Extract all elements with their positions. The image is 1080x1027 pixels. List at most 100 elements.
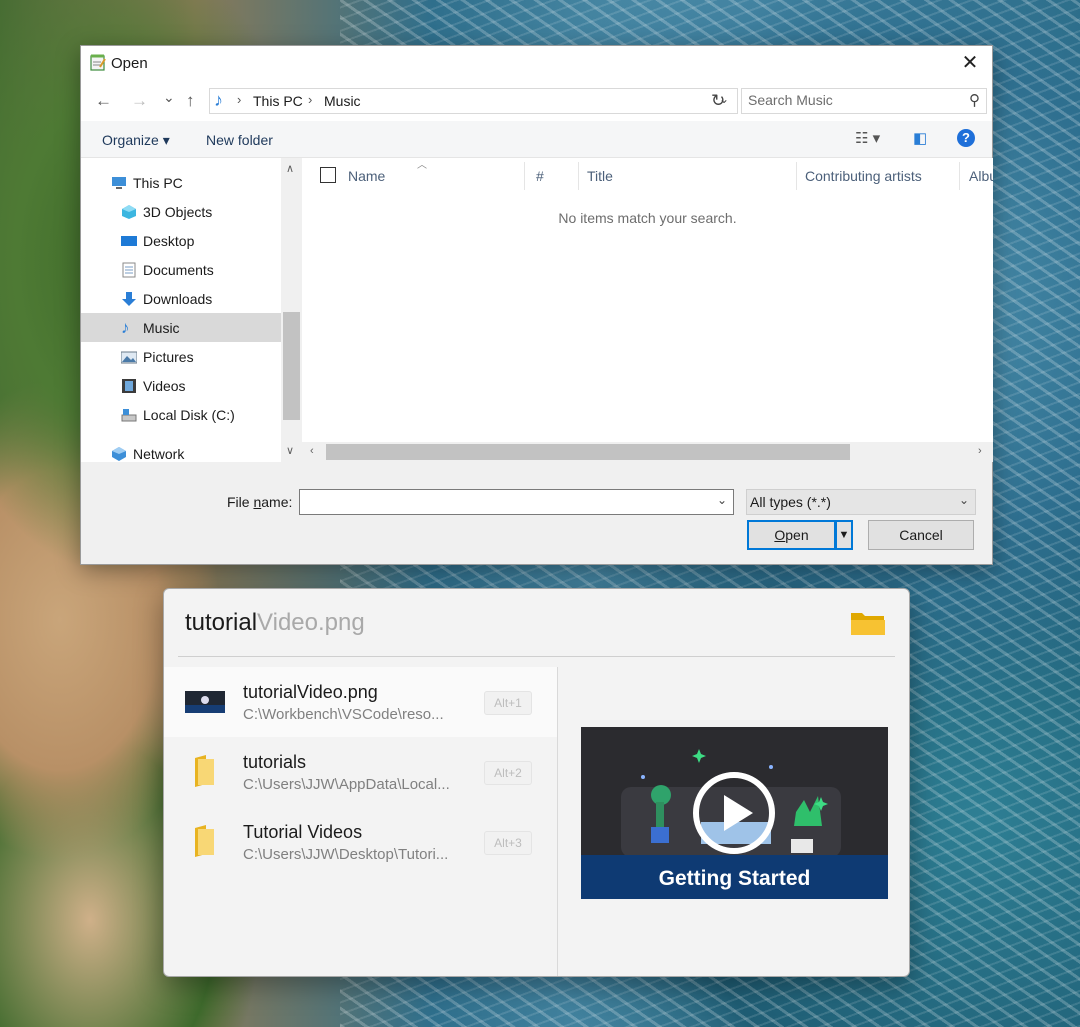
- preview-pane-icon[interactable]: ◧: [913, 129, 927, 147]
- cancel-button[interactable]: Cancel: [868, 520, 974, 550]
- open-button[interactable]: Open: [747, 520, 836, 550]
- breadcrumb-separator-icon: ›: [308, 92, 313, 107]
- tree-item-music[interactable]: ♪ Music: [81, 313, 281, 342]
- result-path: C:\Users\JJW\Desktop\Tutori...: [243, 846, 449, 863]
- search-box[interactable]: ⚲: [741, 88, 987, 114]
- scroll-down-chevron-icon[interactable]: ∨: [286, 444, 294, 457]
- tree-item-3d-objects[interactable]: 3D Objects: [81, 197, 281, 226]
- result-name: tutorialVideo.png: [243, 682, 378, 702]
- tree-item-label: Videos: [143, 377, 186, 394]
- scroll-up-chevron-icon[interactable]: ∧: [286, 162, 294, 175]
- folder-icon: [195, 755, 214, 787]
- tree-item-label: This PC: [133, 174, 183, 191]
- navigation-pane-scrollbar[interactable]: ∧ ∨: [281, 158, 302, 462]
- quick-search-query[interactable]: tutorialVideo.png: [185, 609, 365, 637]
- breadcrumb-this-pc[interactable]: This PC: [253, 93, 303, 109]
- hotkey-badge: Alt+1: [484, 691, 532, 715]
- tree-item-label: Local Disk (C:): [143, 406, 235, 423]
- organize-button[interactable]: Organize ▾: [102, 132, 170, 149]
- column-divider[interactable]: [959, 162, 960, 190]
- result-path: C:\Users\JJW\AppData\Local...: [243, 776, 450, 793]
- file-name-field[interactable]: ⌄: [299, 489, 734, 515]
- column-header-number[interactable]: #: [536, 168, 544, 184]
- file-list: ︿ Name # Title Contributing artists Albu…: [302, 158, 993, 442]
- tree-item-label: 3D Objects: [143, 203, 213, 220]
- up-arrow-icon[interactable]: ↑: [186, 91, 195, 111]
- column-header-name[interactable]: Name: [348, 168, 385, 184]
- result-item[interactable]: tutorialVideo.png C:\Workbench\VSCode\re…: [164, 667, 557, 737]
- close-button[interactable]: ✕: [948, 46, 992, 79]
- hotkey-badge: Alt+2: [484, 761, 532, 785]
- pictures-icon: [121, 351, 137, 363]
- change-view-icon[interactable]: ☷ ▾: [855, 129, 880, 147]
- breadcrumb-separator-icon: ›: [237, 92, 242, 107]
- tree-item-this-pc[interactable]: This PC: [81, 168, 281, 197]
- open-split-dropdown-icon[interactable]: ▼: [836, 520, 853, 550]
- navigation-bar: ← → ⌄ ↑ ♪ › This PC › Music ⌄ ↻ ⚲: [81, 79, 992, 121]
- tree-item-desktop[interactable]: Desktop: [81, 226, 281, 255]
- tree-item-label: Network: [133, 445, 185, 462]
- new-folder-button[interactable]: New folder: [206, 132, 273, 148]
- sort-ascending-caret-icon: ︿: [417, 160, 427, 171]
- column-divider[interactable]: [796, 162, 797, 190]
- search-input[interactable]: [742, 89, 964, 111]
- tree-item-local-disk[interactable]: Local Disk (C:): [81, 400, 281, 429]
- panel-divider: [557, 667, 558, 976]
- quick-search-panel: tutorialVideo.png tutorialVideo.png C:\W…: [163, 588, 910, 977]
- open-file-dialog: Open ✕ ← → ⌄ ↑ ♪ › This PC › Music ⌄ ↻ ⚲…: [80, 45, 993, 565]
- back-arrow-icon[interactable]: ←: [95, 91, 112, 111]
- documents-icon: [122, 262, 136, 277]
- help-icon[interactable]: ?: [957, 129, 975, 147]
- tree-item-label: Desktop: [143, 232, 195, 249]
- tree-item-label: Music: [143, 319, 180, 336]
- scroll-right-chevron-icon[interactable]: ›: [978, 445, 982, 457]
- notepad-app-icon: [90, 54, 106, 71]
- search-icon[interactable]: ⚲: [969, 91, 980, 109]
- select-all-checkbox[interactable]: [320, 167, 336, 183]
- tree-item-network[interactable]: Network: [81, 439, 281, 462]
- breadcrumb-music[interactable]: Music: [324, 93, 361, 109]
- file-name-label: File name:: [227, 494, 293, 510]
- column-divider[interactable]: [524, 162, 525, 190]
- result-path: C:\Workbench\VSCode\reso...: [243, 706, 444, 723]
- result-item[interactable]: Tutorial Videos C:\Users\JJW\Desktop\Tut…: [164, 807, 557, 877]
- results-list: tutorialVideo.png C:\Workbench\VSCode\re…: [164, 667, 557, 976]
- tree-item-pictures[interactable]: Pictures: [81, 342, 281, 371]
- navigation-pane: This PC 3D Objects Desktop Documents Dow…: [81, 158, 281, 462]
- autocomplete-suggestion: Video.png: [257, 609, 365, 636]
- title-bar: Open ✕: [81, 46, 992, 79]
- tree-item-downloads[interactable]: Downloads: [81, 284, 281, 313]
- file-type-value: All types (*.*): [750, 494, 831, 510]
- tree-item-label: Downloads: [143, 290, 213, 307]
- scroll-left-chevron-icon[interactable]: ‹: [310, 445, 314, 457]
- column-divider[interactable]: [578, 162, 579, 190]
- videos-icon: [122, 378, 136, 393]
- empty-folder-message: No items match your search.: [558, 210, 737, 226]
- file-name-dropdown-chevron-icon[interactable]: ⌄: [717, 493, 727, 507]
- forward-arrow-icon[interactable]: →: [131, 91, 148, 111]
- dialog-title: Open: [111, 55, 148, 72]
- column-header-contributing-artists[interactable]: Contributing artists: [805, 168, 922, 184]
- recent-locations-chevron-icon[interactable]: ⌄: [163, 89, 175, 106]
- command-bar: Organize ▾ New folder ☷ ▾ ◧ ?: [81, 121, 992, 158]
- tree-item-videos[interactable]: Videos: [81, 371, 281, 400]
- tree-item-documents[interactable]: Documents: [81, 255, 281, 284]
- this-pc-icon: [112, 176, 126, 189]
- scrollbar-thumb[interactable]: [283, 312, 300, 420]
- scrollbar-thumb[interactable]: [326, 444, 850, 460]
- 3d-objects-icon: [122, 204, 136, 219]
- refresh-icon[interactable]: ↻: [711, 91, 725, 111]
- open-folder-icon[interactable]: [850, 609, 886, 637]
- downloads-icon: [122, 291, 136, 306]
- column-header-title[interactable]: Title: [587, 168, 613, 184]
- file-list-horizontal-scrollbar[interactable]: ‹ ›: [302, 442, 993, 462]
- tree-item-label: Documents: [143, 261, 214, 278]
- result-name: tutorials: [243, 752, 307, 772]
- file-type-dropdown-chevron-icon: ⌄: [958, 493, 969, 507]
- file-type-select[interactable]: All types (*.*) ⌄: [746, 489, 976, 515]
- address-bar[interactable]: ♪ › This PC › Music ⌄: [209, 88, 738, 114]
- preview-caption: Getting Started: [658, 867, 811, 890]
- result-name: Tutorial Videos: [243, 822, 363, 842]
- result-item[interactable]: tutorials C:\Users\JJW\AppData\Local... …: [164, 737, 557, 807]
- column-header-album[interactable]: Albu: [969, 168, 993, 184]
